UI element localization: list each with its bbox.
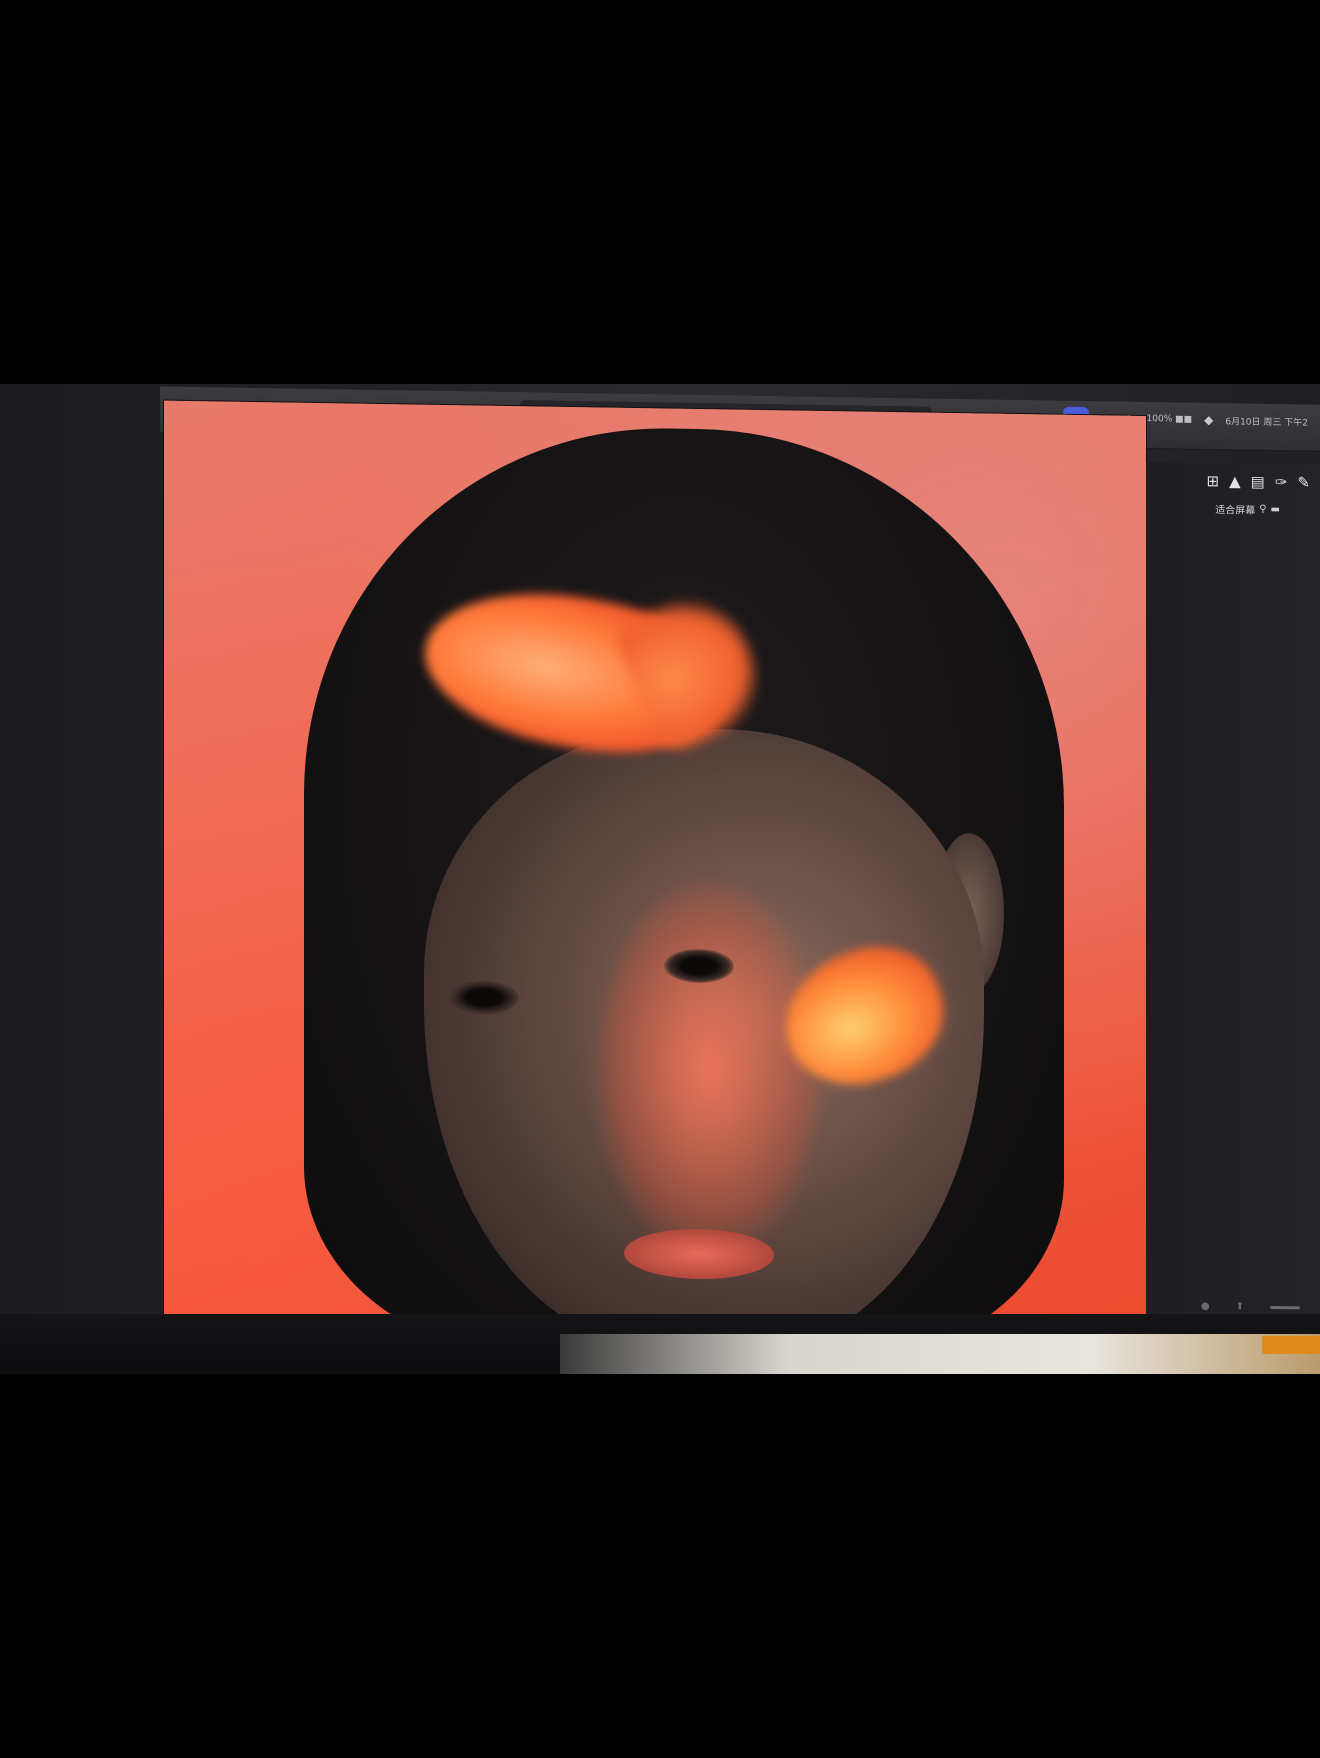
orange-object xyxy=(1262,1336,1320,1354)
photo-light-patch xyxy=(594,877,824,1261)
letterbox-top xyxy=(0,0,1320,384)
fit-screen-control[interactable]: 适合屏幕 ⚲ ▬ xyxy=(1215,501,1280,517)
magnifier-icon: ⚲ xyxy=(1259,503,1267,515)
right-panel-area xyxy=(1146,462,1320,1335)
fit-screen-label: 适合屏幕 xyxy=(1215,505,1256,517)
pencil-icon[interactable]: ✎ xyxy=(1297,473,1310,491)
image-editor-window: ⬚▾ ◌▾ ⧉▾ ⊹▾ ✎▾ ✚▾ ✐▾ ⎔▾ ⌫▾ ▦▾ ✒▾ ☝ ☁ ▦ ▣… xyxy=(0,384,1320,1359)
frame-icon[interactable]: ▤ xyxy=(1251,473,1265,491)
zoom-level[interactable]: 100% ■■ xyxy=(1147,414,1193,425)
arrow-icon: ⬆ xyxy=(1235,1301,1244,1313)
letterbox-bottom xyxy=(0,1374,1320,1758)
pen-tool-icon[interactable]: ✑ xyxy=(1275,473,1288,491)
view-options-bar: ⊞ ▲ ▤ ✑ ✎ xyxy=(1170,462,1320,500)
slider-icon[interactable]: ▬ xyxy=(1271,504,1280,515)
monitor-photo: ⬚▾ ◌▾ ⧉▾ ⊹▾ ✎▾ ✚▾ ✐▾ ⎔▾ ⌫▾ ▦▾ ✒▾ ☝ ☁ ▦ ▣… xyxy=(0,384,1320,1374)
bottom-controls: ● ⬆ xyxy=(1201,1301,1300,1314)
scroll-handle[interactable] xyxy=(1270,1305,1300,1310)
room-background xyxy=(560,1334,1320,1374)
warning-triangle-icon[interactable]: ▲ xyxy=(1229,472,1241,490)
image-canvas[interactable] xyxy=(164,400,1146,1359)
system-date: 6月10日 周三 下午2 xyxy=(1225,416,1308,429)
dot-icon: ● xyxy=(1200,1300,1210,1313)
arrange-icon[interactable]: ⊞ xyxy=(1207,472,1220,490)
app-menu-icon[interactable]: ◆ xyxy=(1204,413,1213,427)
